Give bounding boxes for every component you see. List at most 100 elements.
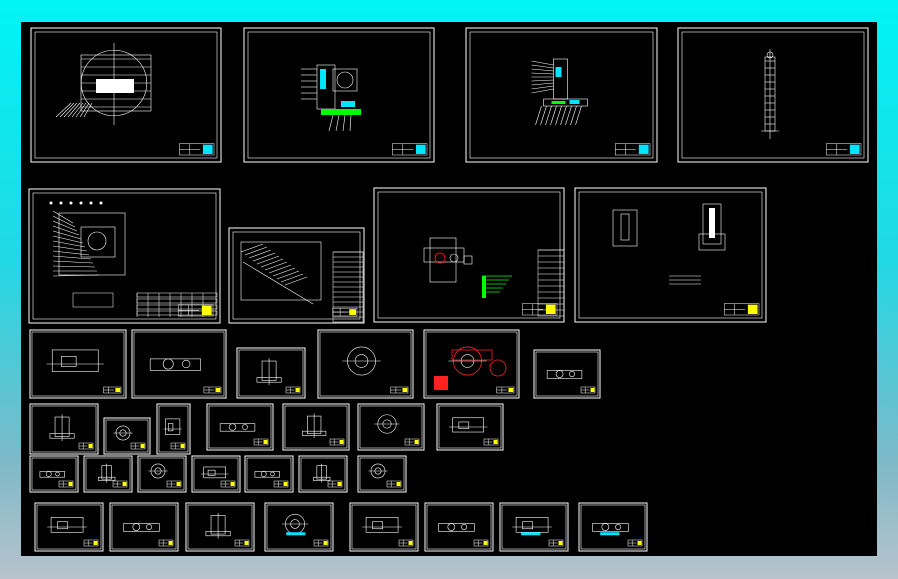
title-block (166, 480, 182, 488)
sheet-detail-with-table[interactable] (228, 227, 365, 324)
sheet-assembly-section-b[interactable] (465, 27, 658, 163)
sheet-frame (284, 405, 348, 449)
sheet-part-x[interactable] (264, 502, 334, 552)
sheet-part-v[interactable] (109, 502, 179, 552)
sheet-part-c[interactable] (236, 347, 306, 399)
sheet-frame (133, 331, 225, 397)
sheet-border (103, 417, 151, 455)
drawing-canvas[interactable] (21, 22, 877, 556)
sheet-frame (359, 405, 423, 449)
sheet-part-z[interactable] (424, 502, 494, 552)
title-block (253, 438, 269, 446)
title-block (614, 143, 651, 156)
sheet-general-assembly[interactable] (30, 27, 222, 163)
sheet-border (533, 349, 601, 399)
part-l-geometry (374, 414, 400, 434)
sheet-border (29, 403, 99, 455)
sheet-frame (578, 191, 763, 319)
part-ab-geometry (592, 523, 629, 536)
part-m-geometry (448, 417, 488, 433)
sheet-part-b[interactable] (131, 329, 227, 399)
cad-model-space-viewport[interactable] (21, 22, 877, 556)
sheet-frame (426, 504, 492, 550)
title-block (130, 442, 146, 450)
sheet-frame (232, 231, 361, 320)
sheet-part-p[interactable] (137, 455, 187, 493)
sheet-frame (535, 351, 599, 397)
title-block (177, 304, 214, 317)
title-block (580, 386, 596, 394)
title-block (473, 539, 489, 547)
part-d-geometry (342, 346, 381, 376)
sheet-part-t[interactable] (357, 455, 407, 493)
sheet-frame (32, 192, 217, 320)
assembly-section-a-geometry (301, 64, 361, 132)
sheet-frame (187, 504, 253, 550)
title-block (398, 539, 414, 547)
sheet-part-m[interactable] (436, 403, 504, 451)
sheet-assembly-section-a[interactable] (243, 27, 435, 163)
title-block (220, 480, 236, 488)
sheet-part-aa[interactable] (499, 502, 569, 552)
shaft-elevation-geometry (761, 49, 779, 139)
title-block (390, 386, 409, 394)
sheet-part-d[interactable] (317, 329, 414, 399)
sheet-part-e-red[interactable] (423, 329, 520, 399)
sheet-exploded-assembly[interactable] (28, 188, 221, 324)
title-block (273, 480, 289, 488)
title-block (285, 386, 301, 394)
sheet-border (298, 455, 348, 493)
part-v-geometry (123, 523, 160, 532)
sheet-part-h[interactable] (103, 417, 151, 455)
assembly-section-b-geometry (531, 58, 588, 126)
sheet-part-f[interactable] (533, 349, 601, 399)
sheet-part-y[interactable] (349, 502, 419, 552)
sheet-part-j[interactable] (206, 403, 274, 451)
part-q-geometry (201, 466, 229, 479)
title-block (234, 539, 250, 547)
title-block (496, 386, 515, 394)
sheet-part-w[interactable] (185, 502, 255, 552)
sheet-two-view-detail[interactable] (574, 187, 767, 323)
sheet-frame (580, 504, 646, 550)
sheet-fixture-green-notes[interactable] (373, 187, 565, 323)
two-view-detail-geometry (612, 203, 726, 285)
sheet-border (357, 403, 425, 451)
sheet-shaft-elevation[interactable] (677, 27, 869, 163)
sheet-frame (319, 331, 412, 397)
sheet-part-l[interactable] (357, 403, 425, 451)
title-block (58, 480, 74, 488)
part-h-geometry (113, 425, 133, 441)
sheet-part-i[interactable] (156, 403, 191, 455)
title-block (158, 539, 174, 547)
sheet-part-n[interactable] (29, 455, 79, 493)
title-block (548, 539, 564, 547)
sheet-frame (247, 31, 431, 159)
title-block (112, 480, 128, 488)
sheet-part-s[interactable] (298, 455, 348, 493)
sheet-border (244, 455, 294, 493)
sheet-part-o[interactable] (83, 455, 133, 493)
part-g-geometry (49, 414, 75, 441)
part-u-geometry (47, 517, 87, 533)
sheet-part-u[interactable] (34, 502, 104, 552)
part-k-geometry (302, 413, 327, 438)
sheet-part-g[interactable] (29, 403, 99, 455)
title-block (327, 480, 343, 488)
sheet-border (137, 455, 187, 493)
title-block (179, 143, 215, 156)
sheet-part-ab[interactable] (578, 502, 648, 552)
sheet-part-k[interactable] (282, 403, 350, 451)
part-n-geometry (39, 471, 65, 478)
title-block (404, 438, 420, 446)
title-block (313, 539, 329, 547)
title-block (826, 143, 862, 156)
sheet-part-a[interactable] (29, 329, 127, 399)
sheet-part-q[interactable] (191, 455, 241, 493)
sheet-part-r[interactable] (244, 455, 294, 493)
part-b-geometry (149, 358, 201, 371)
part-z-geometry (438, 523, 475, 532)
title-block (83, 539, 99, 547)
title-block (723, 303, 760, 316)
sheet-frame (208, 405, 272, 449)
